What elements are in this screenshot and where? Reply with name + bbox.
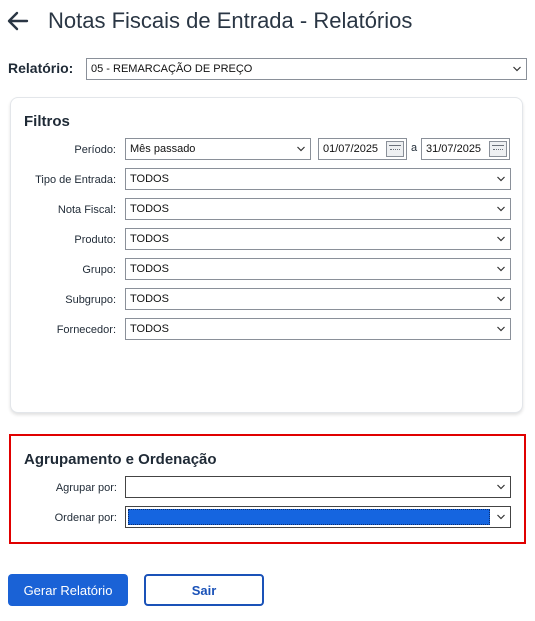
date-from-field[interactable]: 01/07/2025 (318, 138, 407, 160)
grouping-title: Agrupamento e Ordenação (24, 451, 217, 468)
chevron-down-icon (497, 206, 505, 212)
exit-button[interactable]: Sair (144, 574, 264, 606)
chevron-down-icon (497, 176, 505, 182)
group-by-select[interactable] (125, 476, 511, 498)
back-arrow-icon[interactable] (6, 9, 30, 33)
produto-label: Produto: (74, 234, 116, 246)
produto-value: TODOS (130, 233, 169, 245)
chevron-down-icon (497, 326, 505, 332)
date-to-field[interactable]: 31/07/2025 (421, 138, 510, 160)
chevron-down-icon (497, 296, 505, 302)
fornecedor-value: TODOS (130, 323, 169, 335)
fornecedor-label: Fornecedor: (56, 324, 116, 336)
order-by-select[interactable] (125, 506, 511, 528)
subgrupo-value: TODOS (130, 293, 169, 305)
tipo-entrada-value: TODOS (130, 173, 169, 185)
chevron-down-icon (297, 146, 305, 152)
calendar-icon[interactable] (386, 141, 404, 157)
fornecedor-select[interactable]: TODOS (125, 318, 511, 340)
report-label: Relatório: (8, 60, 74, 76)
period-label: Período: (74, 144, 116, 156)
date-to-value: 31/07/2025 (426, 143, 482, 155)
nota-fiscal-select[interactable]: TODOS (125, 198, 511, 220)
header: Notas Fiscais de Entrada - Relatórios (0, 0, 535, 44)
order-by-selection-highlight (128, 509, 490, 525)
chevron-down-icon (497, 514, 505, 520)
subgrupo-select[interactable]: TODOS (125, 288, 511, 310)
grouping-panel: Agrupamento e Ordenação Agrupar por: Ord… (9, 434, 526, 544)
tipo-entrada-select[interactable]: TODOS (125, 168, 511, 190)
chevron-down-icon (497, 266, 505, 272)
date-separator: a (411, 142, 418, 154)
subgrupo-label: Subgrupo: (65, 294, 116, 306)
period-select-value: Mês passado (130, 143, 196, 155)
filters-panel: Filtros Período: Mês passado 01/07/2025 … (10, 97, 523, 413)
nota-fiscal-value: TODOS (130, 203, 169, 215)
report-row: Relatório: 05 - REMARCAÇÃO DE PREÇO (8, 58, 528, 80)
calendar-icon[interactable] (489, 141, 507, 157)
order-by-label: Ordenar por: (54, 512, 117, 524)
chevron-down-icon (513, 66, 521, 72)
page-title: Notas Fiscais de Entrada - Relatórios (48, 8, 413, 33)
chevron-down-icon (497, 484, 505, 490)
report-select[interactable]: 05 - REMARCAÇÃO DE PREÇO (86, 58, 527, 80)
grupo-select[interactable]: TODOS (125, 258, 511, 280)
period-select[interactable]: Mês passado (125, 138, 311, 160)
chevron-down-icon (497, 236, 505, 242)
nota-fiscal-label: Nota Fiscal: (57, 204, 116, 216)
generate-report-button[interactable]: Gerar Relatório (8, 574, 128, 606)
group-by-label: Agrupar por: (55, 482, 117, 494)
produto-select[interactable]: TODOS (125, 228, 511, 250)
date-from-value: 01/07/2025 (323, 143, 379, 155)
filters-title: Filtros (24, 113, 70, 130)
tipo-entrada-label: Tipo de Entrada: (35, 174, 116, 186)
grupo-value: TODOS (130, 263, 169, 275)
report-select-value: 05 - REMARCAÇÃO DE PREÇO (91, 63, 253, 75)
grupo-label: Grupo: (82, 264, 116, 276)
